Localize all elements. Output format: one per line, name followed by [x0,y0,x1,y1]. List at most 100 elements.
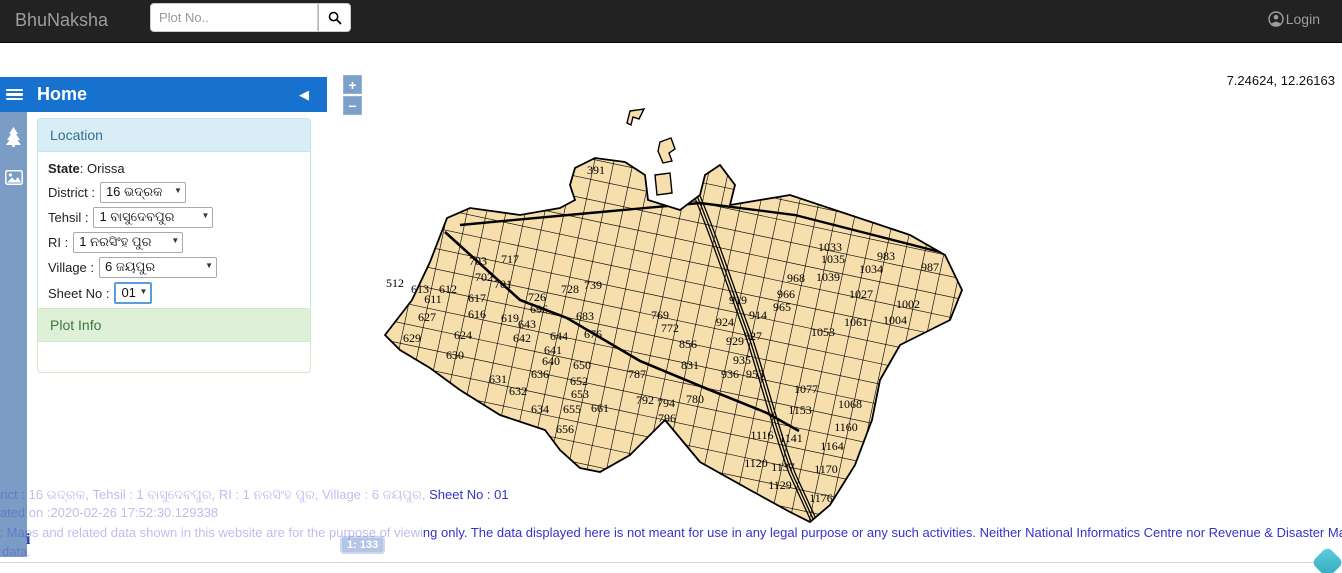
plot-label[interactable]: 627 [418,310,436,324]
sheetno-select[interactable]: 01 [114,282,153,304]
map-viewport[interactable]: 391 512 613 612 627 629 624 630 631 632 634 656 655 6… [327,43,1342,563]
zoom-in-button[interactable]: + [343,75,362,94]
plot-label[interactable]: 703 [469,254,487,268]
plot-label[interactable]: 652 [570,374,588,388]
plot-label[interactable]: 1116 [750,428,773,442]
plot-label[interactable]: 1039 [816,270,840,284]
search-icon [328,11,342,25]
plot-label[interactable]: 616 [468,307,486,321]
plot-label[interactable]: 631 [489,372,507,386]
plot-label[interactable]: 1034 [859,262,883,276]
plot-label[interactable]: 1137 [771,460,795,474]
plot-label[interactable]: 1061 [844,315,868,329]
plot-label[interactable]: 650 [573,358,591,372]
plot-label[interactable]: 683 [576,309,594,323]
plot-label[interactable]: 739 [584,278,602,292]
collapse-sidebar-icon[interactable]: ◀ [299,87,309,103]
login-button[interactable]: Login [1268,11,1320,27]
plot-label[interactable]: 927 [744,329,762,343]
search-button[interactable] [318,3,351,32]
tehsil-select[interactable]: 1 ବାସୁଦେବପୁର [93,207,214,228]
plot-label[interactable]: 701 [494,277,512,291]
plot-label[interactable]: 619 [501,311,519,325]
plot-label[interactable]: 629 [403,331,421,345]
plot-label[interactable]: 780 [686,392,704,406]
plot-label[interactable]: 653 [571,387,589,401]
plot-label[interactable]: 983 [877,249,895,263]
plot-label[interactable]: 630 [446,348,464,362]
plot-label[interactable]: 1002 [896,297,920,311]
ri-select[interactable]: 1 ନରସିଂହ ପୁର [73,232,184,253]
plot-label[interactable]: 794 [657,396,675,410]
plot-label[interactable]: 1120 [744,456,768,470]
plot-label[interactable]: 676 [584,327,602,341]
plot-label[interactable]: 935 [733,353,751,367]
plot-label[interactable]: 643 [518,317,536,331]
plot-search-input[interactable] [150,3,318,32]
plot-label[interactable]: 1004 [883,313,907,327]
plot-label[interactable]: 702 [475,270,493,284]
hamburger-menu-icon[interactable] [0,87,28,103]
plot-label[interactable]: 856 [679,337,697,351]
plot-label[interactable]: 1164 [820,439,844,453]
plot-label[interactable]: 611 [424,292,442,306]
plot-label[interactable]: 728 [561,282,579,296]
plot-label[interactable]: 966 [777,287,795,301]
plot-label[interactable]: 769 [651,308,669,322]
plot-label[interactable]: 634 [531,402,549,416]
location-panel-title: Location [38,119,310,152]
plot-label[interactable]: 1176 [809,491,833,505]
village-select[interactable]: 6 ଜୟପୁର [99,257,218,278]
detached-parcel-a[interactable] [657,137,676,164]
plot-label[interactable]: 640 [542,354,560,368]
plot-label[interactable]: 1170 [814,462,838,476]
layers-tree-icon[interactable] [0,122,27,152]
plot-label[interactable]: 655 [563,402,581,416]
plot-label[interactable]: 642 [513,331,531,345]
plot-label[interactable]: 987 [921,260,939,274]
district-select[interactable]: 16 ଭଦ୍ରକ [99,182,186,203]
plot-label[interactable]: 1027 [849,287,873,301]
plot-label[interactable]: 914 [749,308,767,322]
plot-label[interactable]: 644 [550,329,568,343]
plot-label[interactable]: 617 [468,291,486,305]
plot-label[interactable]: 924 [716,315,734,329]
plot-label[interactable]: 1077 [794,382,818,396]
plot-label[interactable]: 936 [721,367,739,381]
plot-label[interactable]: 796 [658,411,676,425]
plot-label[interactable]: 512 [386,276,404,290]
plot-label[interactable]: 929 [726,334,744,348]
plot-label[interactable]: 717 [501,252,519,266]
plot-label[interactable]: 1068 [838,397,862,411]
plot-label[interactable]: 1129 [768,478,792,492]
sheetno-label: Sheet No : [48,285,110,301]
info-icon[interactable]: i [26,531,30,549]
plot-label[interactable]: 1153 [788,403,812,417]
plot-label[interactable]: 831 [681,358,699,372]
plot-label[interactable]: 696 [530,302,548,316]
plot-label[interactable]: 624 [454,328,472,342]
plot-label[interactable]: 919 [729,293,747,307]
plot-label[interactable]: 636 [531,367,549,381]
plot-label[interactable]: 965 [773,300,791,314]
plot-label[interactable]: 1160 [834,420,858,434]
plot-label[interactable]: 661 [591,401,609,415]
plot-label[interactable]: 726 [528,290,546,304]
cadastral-map[interactable]: 391512 613 612627629 6246306316326346566556… [327,43,1342,563]
plot-label[interactable]: 656 [556,422,574,436]
top-navbar: BhuNaksha Login [0,0,1342,43]
plot-label[interactable]: 787 [628,367,646,381]
plot-label[interactable]: 632 [509,384,527,398]
basemap-image-icon[interactable] [0,162,27,192]
plot-label[interactable]: 1141 [779,431,803,445]
plot-label[interactable]: 1053 [811,325,835,339]
detached-parcel-flag[interactable] [626,108,646,127]
plot-label[interactable]: 1035 [821,252,845,266]
plot-label[interactable]: 968 [787,271,805,285]
plot-label[interactable]: 953 [746,367,764,381]
plot-label[interactable]: 391 [587,163,605,177]
plot-label[interactable]: 772 [661,321,679,335]
zoom-out-button[interactable]: − [343,96,362,115]
detached-parcel-b[interactable] [654,172,673,196]
plot-label[interactable]: 792 [636,393,654,407]
